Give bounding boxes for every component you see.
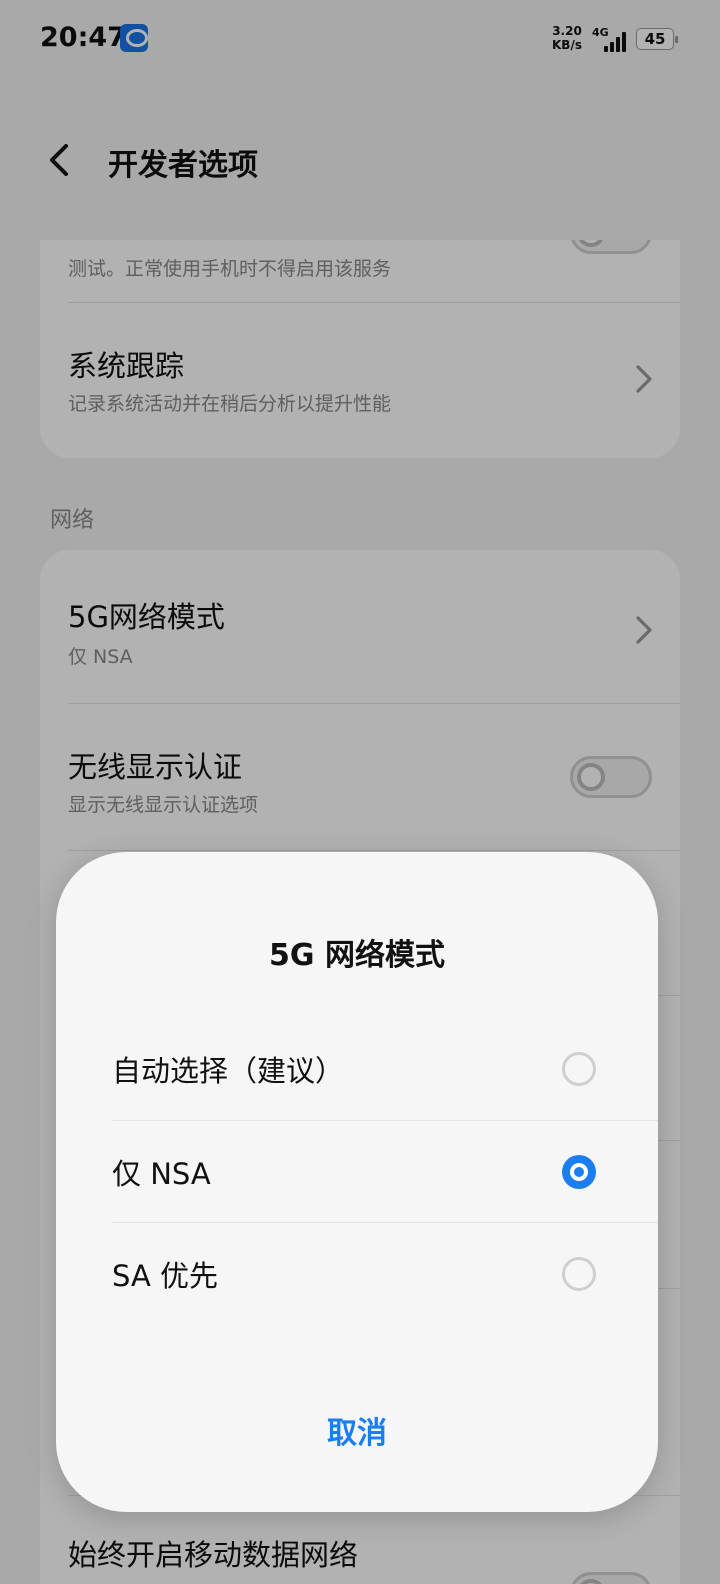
option-label: 自动选择（建议） — [112, 1054, 345, 1088]
radio-button-selected[interactable] — [562, 1155, 596, 1189]
option-nsa-only[interactable]: 仅 NSA — [56, 1121, 658, 1223]
radio-button-unselected[interactable] — [562, 1052, 596, 1086]
cancel-button[interactable]: 取消 — [257, 1402, 457, 1466]
dialog-title: 5G 网络模式 — [269, 938, 445, 973]
option-sa-preferred[interactable]: SA 优先 — [56, 1223, 658, 1325]
option-label: SA 优先 — [112, 1259, 219, 1293]
radio-button-unselected[interactable] — [562, 1257, 596, 1291]
nr-mode-dialog: 5G 网络模式 自动选择（建议） 仅 NSA SA 优先 取消 — [56, 852, 658, 1512]
option-label: 仅 NSA — [112, 1157, 211, 1191]
option-auto[interactable]: 自动选择（建议） — [56, 1018, 658, 1120]
